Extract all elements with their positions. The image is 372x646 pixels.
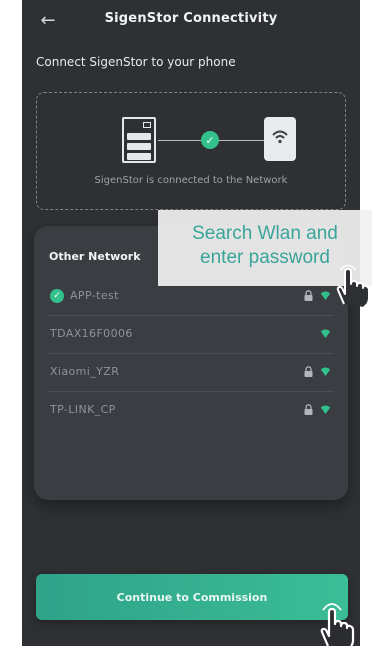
page-title: SigenStor Connectivity — [104, 11, 278, 26]
check-circle-icon: ✓ — [50, 289, 64, 303]
phone-screen: ← SigenStor Connectivity Connect SigenSt… — [22, 0, 360, 646]
sigenstor-device-icon — [122, 117, 156, 163]
lock-icon — [304, 290, 313, 301]
lock-icon — [304, 366, 313, 377]
connector-line-left — [158, 140, 202, 141]
wifi-icon — [320, 405, 331, 414]
connector-line-right — [219, 140, 264, 141]
network-name: Xiaomi_YZR — [50, 365, 120, 378]
network-item-tdax16f0006[interactable]: TDAX16F0006 — [48, 316, 334, 354]
connection-status-text: SigenStor is connected to the Network — [94, 175, 288, 186]
network-item-tp-link-cp[interactable]: TP-LINK_CP — [48, 392, 334, 430]
tap-hand-icon — [320, 603, 355, 646]
network-list-header: Other Network — [49, 250, 141, 263]
connection-status-card: ✓ SigenStor is connected to the Network — [36, 92, 346, 210]
tap-hand-icon — [336, 264, 370, 308]
wifi-icon — [320, 367, 331, 376]
page-subtitle: Connect SigenStor to your phone — [36, 55, 236, 69]
network-item-xiaomi-yzr[interactable]: Xiaomi_YZR — [48, 354, 334, 392]
network-name: TDAX16F0006 — [50, 327, 133, 340]
wifi-icon — [320, 291, 331, 300]
network-name: APP-test — [70, 289, 119, 302]
wifi-icon — [320, 329, 331, 338]
continue-to-commission-button[interactable]: Continue to Commission — [36, 574, 348, 620]
top-bar: ← SigenStor Connectivity — [22, 0, 360, 42]
check-circle-icon: ✓ — [201, 131, 219, 149]
network-name: TP-LINK_CP — [50, 403, 116, 416]
tooltip-line-1: Search Wlan and — [192, 223, 338, 244]
lock-icon — [304, 404, 313, 415]
wifi-router-icon — [264, 117, 296, 161]
